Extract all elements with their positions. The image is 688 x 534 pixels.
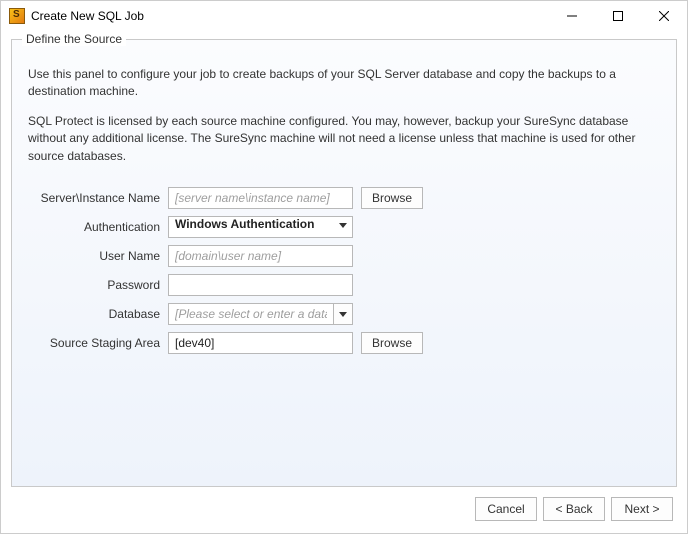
staging-row: Source Staging Area Browse	[28, 332, 660, 354]
close-icon	[659, 11, 669, 21]
form: Server\Instance Name Browse Authenticati…	[28, 187, 660, 354]
titlebar: Create New SQL Job	[1, 1, 687, 31]
database-row: Database	[28, 303, 660, 325]
staging-input[interactable]	[168, 332, 353, 354]
content-area: Define the Source Use this panel to conf…	[1, 31, 687, 533]
description-2: SQL Protect is licensed by each source m…	[28, 113, 660, 165]
auth-select[interactable]: Windows Authentication	[168, 216, 353, 238]
group-legend: Define the Source	[22, 32, 126, 46]
user-row: User Name	[28, 245, 660, 267]
auth-row: Authentication Windows Authentication	[28, 216, 660, 238]
dialog-window: Create New SQL Job Define the Source Use…	[0, 0, 688, 534]
window-title: Create New SQL Job	[31, 9, 549, 23]
server-input[interactable]	[168, 187, 353, 209]
chevron-down-icon	[339, 312, 347, 317]
maximize-icon	[613, 11, 623, 21]
window-controls	[549, 1, 687, 31]
minimize-button[interactable]	[549, 1, 595, 31]
description-1: Use this panel to configure your job to …	[28, 66, 660, 101]
server-browse-button[interactable]: Browse	[361, 187, 423, 209]
cancel-button[interactable]: Cancel	[475, 497, 537, 521]
password-row: Password	[28, 274, 660, 296]
minimize-icon	[567, 11, 577, 21]
user-label: User Name	[28, 249, 168, 263]
auth-value: Windows Authentication	[175, 217, 314, 231]
database-label: Database	[28, 307, 168, 321]
back-button[interactable]: < Back	[543, 497, 605, 521]
database-input[interactable]	[168, 303, 333, 325]
staging-browse-button[interactable]: Browse	[361, 332, 423, 354]
database-combo	[168, 303, 353, 325]
next-button[interactable]: Next >	[611, 497, 673, 521]
staging-label: Source Staging Area	[28, 336, 168, 350]
server-label: Server\Instance Name	[28, 191, 168, 205]
user-input[interactable]	[168, 245, 353, 267]
password-input[interactable]	[168, 274, 353, 296]
app-icon	[9, 8, 25, 24]
maximize-button[interactable]	[595, 1, 641, 31]
chevron-down-icon	[339, 223, 347, 228]
define-source-group: Define the Source Use this panel to conf…	[11, 39, 677, 487]
footer-buttons: Cancel < Back Next >	[11, 487, 677, 523]
auth-label: Authentication	[28, 220, 168, 234]
password-label: Password	[28, 278, 168, 292]
close-button[interactable]	[641, 1, 687, 31]
server-row: Server\Instance Name Browse	[28, 187, 660, 209]
database-dropdown-button[interactable]	[333, 303, 353, 325]
